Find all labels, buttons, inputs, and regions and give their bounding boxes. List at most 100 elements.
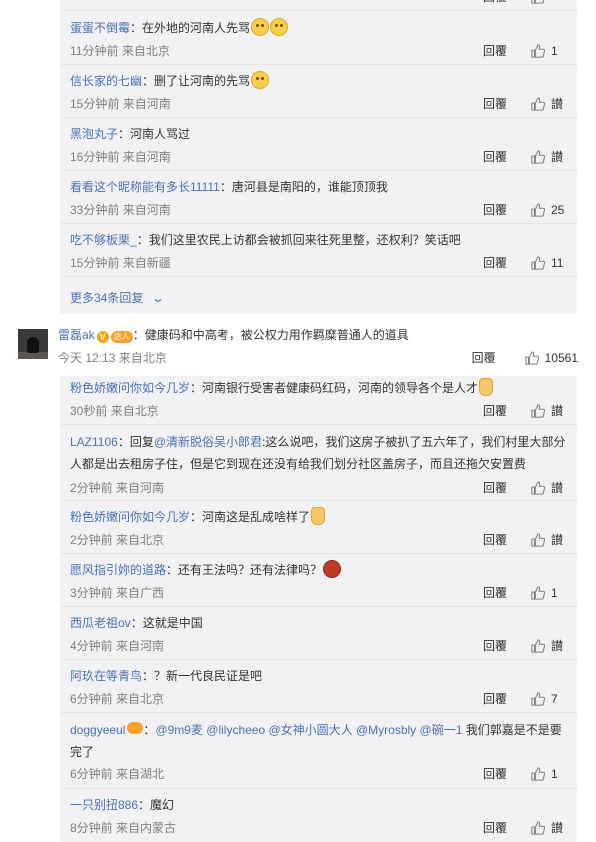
reply-button[interactable]: 回覆 xyxy=(483,42,531,59)
reply-button[interactable]: 回覆 xyxy=(483,402,531,419)
smirk-emoji-icon xyxy=(251,71,270,89)
like-count: 1 xyxy=(551,766,558,781)
reply-button[interactable]: 回覆 xyxy=(483,0,531,5)
reply-text: ：唐河县是南阳的，谁能顶顶我 xyxy=(219,180,388,194)
like-button[interactable]: 7 xyxy=(531,692,567,706)
thumbs-up-emoji-icon xyxy=(479,378,494,396)
reply-username[interactable]: doggyeeul xyxy=(70,723,125,737)
reply-username[interactable]: 西瓜老祖ov xyxy=(70,616,131,630)
comment-text: ：健康码和中高考，被公权力用作羁糜普通人的道具 xyxy=(132,328,409,342)
reply-button[interactable]: 回覆 xyxy=(483,148,531,165)
list-item: 阿玖在等青鸟：？新一代良民证是吧 6分钟前 来自北京 回覆 7 xyxy=(70,666,567,710)
reply-source: 来自河南 xyxy=(122,97,171,111)
reply-source: 来自湖北 xyxy=(116,767,165,781)
reply-button[interactable]: 回覆 xyxy=(483,690,531,707)
comment-source: 来自北京 xyxy=(118,351,167,365)
level-badge xyxy=(127,722,144,734)
reply-time: 15分钟前 xyxy=(70,97,120,111)
reply-button[interactable]: 回覆 xyxy=(483,531,531,548)
list-item: 黑泡丸子：河南人骂过 16分钟前 来自河南 回覆 讃 xyxy=(70,124,567,168)
thumbs-up-icon xyxy=(531,532,545,547)
like-button[interactable]: 讃 xyxy=(531,402,567,419)
like-count: 7 xyxy=(551,691,558,706)
like-button[interactable]: 讃 xyxy=(531,819,567,836)
verified-v-icon: V xyxy=(96,331,109,343)
like-button[interactable]: 1 xyxy=(531,767,567,781)
like-button[interactable]: 讃 xyxy=(531,479,567,496)
like-button[interactable]: 讃 xyxy=(531,148,567,165)
thumbs-up-icon xyxy=(531,96,545,111)
more-replies-link[interactable]: 更多34条回复 ⌄ xyxy=(70,289,165,306)
reply-username[interactable]: 吃不够板栗_ xyxy=(70,233,137,247)
reply-time: 4分钟前 xyxy=(70,639,113,653)
reply-source: 来自广西 xyxy=(116,586,165,600)
reply-button[interactable]: 回覆 xyxy=(483,479,531,496)
thumbs-up-icon xyxy=(531,766,545,781)
list-item: 粉色娇嫩问你如今几岁：河南银行受害者健康码红码，河南的领导各个是人才 30秒前 … xyxy=(70,378,567,422)
reply-time: 3分钟前 xyxy=(70,586,113,600)
like-button[interactable]: 讃 xyxy=(531,531,567,548)
devil-emoji-icon xyxy=(323,560,342,578)
like-label: 讃 xyxy=(551,150,564,164)
comment-time: 今天 12:13 xyxy=(58,351,116,365)
reply-username[interactable]: 粉色娇嫩问你如今几岁 xyxy=(70,381,190,395)
like-button[interactable]: 25 xyxy=(531,203,567,217)
like-label: 讃 xyxy=(551,97,564,111)
like-count: 25 xyxy=(551,202,565,217)
like-button[interactable]: 讃 xyxy=(531,637,567,654)
thumbs-up-icon xyxy=(531,691,545,706)
like-button[interactable]: 1 xyxy=(531,44,567,58)
reply-username[interactable]: 看看这个昵称能有多长11111 xyxy=(70,180,220,194)
reply-username[interactable]: 一只别扭886 xyxy=(70,798,138,812)
reply-button[interactable]: 回覆 xyxy=(483,637,531,654)
like-button[interactable] xyxy=(531,0,567,4)
reply-list-bottom: 粉色娇嫩问你如今几岁：河南银行受害者健康码红码，河南的领导各个是人才 30秒前 … xyxy=(60,376,577,842)
reply-username[interactable]: 蛋蛋不倒霉 xyxy=(70,21,130,35)
reply-button[interactable]: 回覆 xyxy=(483,765,531,782)
thumbs-up-icon xyxy=(531,202,545,217)
reply-prefix: ： xyxy=(143,723,156,737)
cut-off-row: 回覆 xyxy=(70,0,567,10)
mention-link[interactable]: @清新脱俗吴小郎君 xyxy=(154,435,262,449)
like-button[interactable]: 讃 xyxy=(531,95,567,112)
reply-username[interactable]: 黑泡丸子 xyxy=(70,127,118,141)
reply-source: 来自河南 xyxy=(116,639,165,653)
reply-username[interactable]: 粉色娇嫩问你如今几岁 xyxy=(70,510,190,524)
mention-link[interactable]: @9m9麦 @lilycheeo @女神小圆大人 @Myrosbly @碗一1 xyxy=(155,723,462,737)
reply-username[interactable]: 信长家的七幽 xyxy=(70,74,142,88)
thumbs-up-icon xyxy=(531,43,545,58)
reply-time: 2分钟前 xyxy=(70,481,113,495)
thumbs-up-icon xyxy=(531,0,545,4)
reply-button[interactable]: 回覆 xyxy=(483,201,531,218)
thumbs-up-icon xyxy=(531,255,545,270)
reply-text: ：还有王法吗？还有法律吗？ xyxy=(166,563,323,577)
list-item: 信长家的七幽：删了让河南的先骂 15分钟前 来自河南 回覆 讃 xyxy=(70,71,567,115)
list-item: 一只别扭886：魔幻 8分钟前 来自内蒙古 回覆 讃 xyxy=(70,795,567,839)
reply-username[interactable]: LAZ1106 xyxy=(70,435,118,449)
reply-username[interactable]: 愿风指引妳的道路 xyxy=(70,563,166,577)
reply-button[interactable]: 回覆 xyxy=(483,819,531,836)
reply-source: 来自河南 xyxy=(116,481,165,495)
reply-time: 15分钟前 xyxy=(70,256,120,270)
reply-button[interactable]: 回覆 xyxy=(472,349,525,366)
reply-time: 2分钟前 xyxy=(70,533,113,547)
like-button[interactable]: 1 xyxy=(531,586,567,600)
like-label: 讃 xyxy=(551,481,564,495)
reply-button[interactable]: 回覆 xyxy=(483,254,531,271)
thumbs-up-icon xyxy=(531,820,545,835)
reply-time: 11分钟前 xyxy=(70,44,119,58)
reply-text: ：删了让河南的先骂 xyxy=(142,74,251,88)
reply-time: 6分钟前 xyxy=(70,767,113,781)
like-button[interactable]: 10561 xyxy=(524,350,578,365)
comment-username[interactable]: 雷磊ak xyxy=(58,328,95,342)
avatar[interactable] xyxy=(18,329,48,359)
reply-button[interactable]: 回覆 xyxy=(483,584,531,601)
reply-username[interactable]: 阿玖在等青鸟 xyxy=(70,669,142,683)
list-item: 吃不够板栗_：我们这里农民上访都会被抓回来往死里整，还权利？笑话吧 15分钟前 … xyxy=(70,230,567,274)
reply-button[interactable]: 回覆 xyxy=(483,95,531,112)
like-button[interactable]: 11 xyxy=(531,256,567,270)
thumbs-up-icon xyxy=(531,638,545,653)
chevron-down-icon: ⌄ xyxy=(150,291,165,305)
list-item: LAZ1106：回复@清新脱俗吴小郎君:这么说吧，我们这房子被扒了五六年了，我们… xyxy=(70,431,567,497)
thumbs-up-icon xyxy=(524,350,539,365)
